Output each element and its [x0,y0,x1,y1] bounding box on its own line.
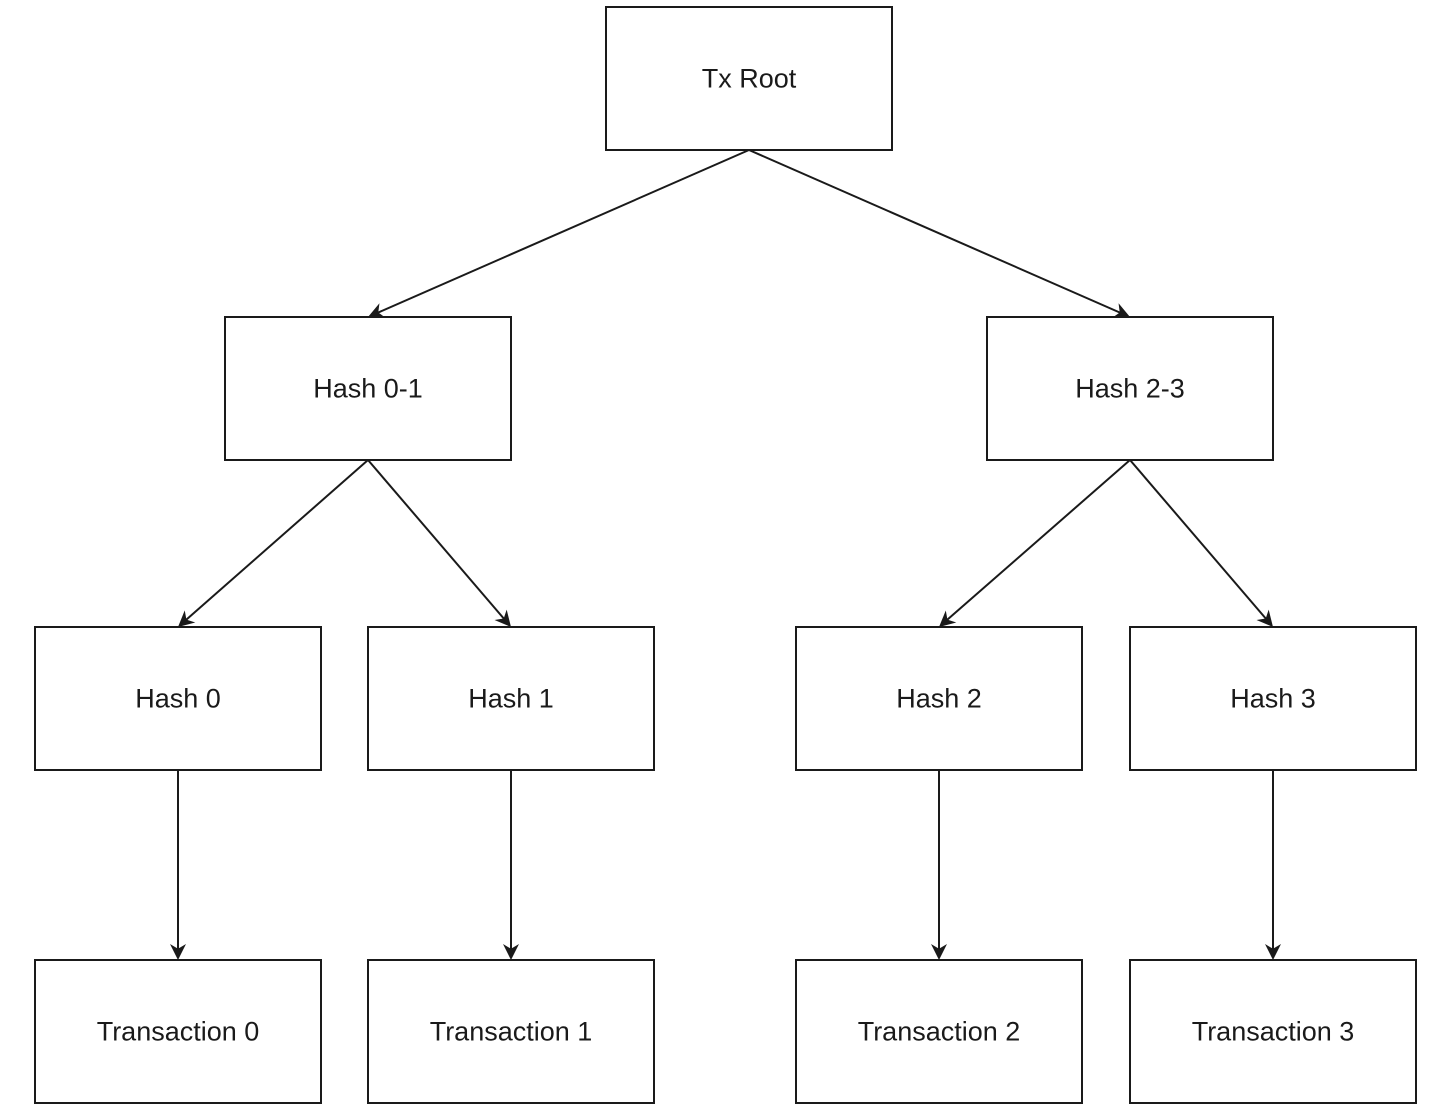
node-label: Hash 3 [1230,684,1316,714]
merkle-tree-diagram: Tx Root Hash 0-1 Hash 2-3 Hash 0 Hash 1 Hash … [34,6,1417,1104]
node-label: Hash 0 [135,684,221,714]
node-h0: Hash 0 [34,626,322,771]
node-label: Transaction 1 [430,1017,593,1047]
node-t0: Transaction 0 [34,959,322,1104]
edge-line [376,149,750,314]
node-t3: Transaction 3 [1129,959,1417,1104]
edge-h23-h3 [1129,459,1273,627]
nodes-layer: Tx Root Hash 0-1 Hash 2-3 Hash 0 Hash 1 Hash … [34,6,1417,1104]
edge-h01-h0 [178,459,369,627]
node-label: Hash 1 [468,684,554,714]
edge-line [748,149,1122,314]
edge-line [367,459,506,621]
edge-h23-h2 [939,459,1131,627]
node-root: Tx Root [605,6,893,151]
node-h2: Hash 2 [795,626,1083,771]
edge-h3-t3 [1265,770,1281,960]
node-h3: Hash 3 [1129,626,1417,771]
edge-root-h01 [368,149,750,318]
edges-layer [170,149,1281,960]
edge-h01-h1 [367,459,511,627]
node-h23: Hash 2-3 [986,316,1274,461]
edge-line [945,459,1131,622]
node-label: Tx Root [702,64,797,94]
node-label: Transaction 2 [858,1017,1021,1047]
node-label: Hash 2-3 [1075,374,1185,404]
node-h01: Hash 0-1 [224,316,512,461]
node-t1: Transaction 1 [367,959,655,1104]
edge-line [1129,459,1268,621]
node-label: Transaction 3 [1192,1017,1355,1047]
edge-h2-t2 [931,770,947,960]
node-h1: Hash 1 [367,626,655,771]
node-label: Hash 0-1 [313,374,423,404]
edge-root-h23 [748,149,1130,318]
edge-h1-t1 [503,770,519,960]
node-label: Hash 2 [896,684,982,714]
node-t2: Transaction 2 [795,959,1083,1104]
edge-line [184,459,369,622]
edge-h0-t0 [170,770,186,960]
node-label: Transaction 0 [97,1017,260,1047]
